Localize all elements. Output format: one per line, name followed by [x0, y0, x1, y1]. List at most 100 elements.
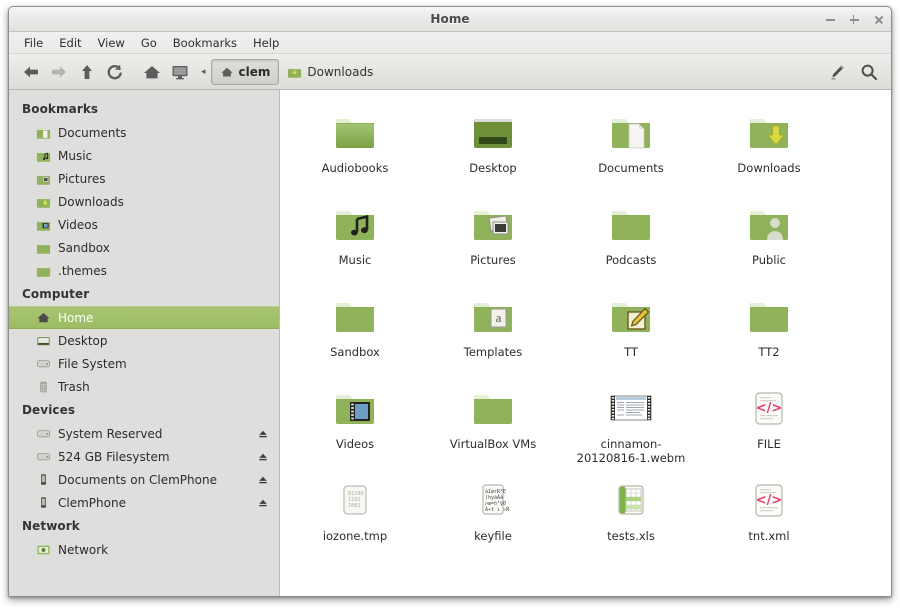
folder-templates-icon: a	[469, 292, 517, 340]
home-icon	[37, 313, 50, 323]
back-button[interactable]	[17, 58, 45, 86]
folder-downloads-icon	[288, 67, 302, 78]
home-button[interactable]	[138, 58, 166, 86]
maximize-button[interactable]	[849, 14, 860, 25]
folder-downloads-icon	[745, 108, 793, 156]
edit-location-button[interactable]	[823, 58, 851, 86]
file-item[interactable]: Desktop	[424, 102, 562, 194]
reload-button[interactable]	[101, 58, 129, 86]
folder-pictures-icon	[469, 200, 517, 248]
file-item[interactable]: Pictures	[424, 194, 562, 286]
close-button[interactable]	[873, 14, 884, 25]
sidebar-item-themes[interactable]: .themes	[9, 259, 279, 282]
folder-desktop-icon	[469, 108, 517, 156]
file-item-label-line: 20120816-1.webm	[576, 451, 686, 465]
menu-bookmarks[interactable]: Bookmarks	[166, 34, 244, 52]
file-item[interactable]: 01100 1101 1001 iozone.tmp	[286, 470, 424, 562]
folder-documents-icon	[607, 108, 655, 156]
sidebar-item-documents[interactable]: Documents	[9, 121, 279, 144]
menu-go[interactable]: Go	[134, 34, 164, 52]
folder-icon	[607, 200, 655, 248]
file-item[interactable]: </> FILE	[700, 378, 838, 470]
sidebar-item-pictures[interactable]: Pictures	[9, 167, 279, 190]
menu-file[interactable]: File	[17, 34, 50, 52]
file-item-label: iozone.tmp	[322, 529, 388, 543]
sidebar-item-label: Documents	[58, 125, 127, 140]
file-grid[interactable]: Audiobooks Desktop Documents Downloads M…	[280, 90, 891, 596]
trash-icon	[39, 381, 48, 393]
sidebar-item-label: Home	[58, 310, 94, 325]
sidebar-heading-computer: Computer	[22, 287, 90, 301]
minimize-button[interactable]	[825, 14, 836, 25]
file-item-label: Music	[338, 253, 372, 267]
phone-icon	[41, 474, 46, 485]
sidebar-item-home[interactable]: Home	[9, 306, 279, 329]
sidebar-item-sandbox[interactable]: Sandbox	[9, 236, 279, 259]
phone-icon	[41, 497, 46, 508]
breadcrumb-collapse-button[interactable]: ◂	[196, 67, 211, 77]
svg-text:a: a	[496, 310, 502, 325]
sidebar-item-label: .themes	[58, 263, 107, 278]
file-item[interactable]: Videos	[286, 378, 424, 470]
file-manager-window: Home File Edit View Go Bookmarks Help ◂ …	[8, 6, 892, 597]
file-item-label: Public	[751, 253, 787, 267]
sidebar-item-documents-on-clemphone[interactable]: Documents on ClemPhone	[9, 468, 279, 491]
file-item[interactable]: Music	[286, 194, 424, 286]
sidebar-heading-devices: Devices	[22, 403, 76, 417]
menu-view[interactable]: View	[91, 34, 132, 52]
folder-icon	[331, 108, 379, 156]
file-item-label: FILE	[757, 437, 781, 451]
sidebar[interactable]: Bookmarks Documents Music Pictures Downl…	[9, 90, 280, 596]
file-item-label: Podcasts	[605, 253, 657, 267]
sidebar-item-system-reserved[interactable]: System Reserved	[9, 422, 279, 445]
home-icon	[220, 67, 233, 76]
file-item[interactable]: tests.xls	[562, 470, 700, 562]
menu-edit[interactable]: Edit	[52, 34, 88, 52]
breadcrumb-item-downloads[interactable]: Downloads	[279, 59, 381, 85]
file-item-label-line: cinnamon-	[600, 437, 662, 451]
file-item[interactable]: a Templates	[424, 286, 562, 378]
file-item-label: Desktop	[469, 161, 517, 175]
sidebar-item-trash[interactable]: Trash	[9, 375, 279, 398]
eject-icon[interactable]	[257, 474, 269, 486]
sidebar-item-desktop[interactable]: Desktop	[9, 329, 279, 352]
file-item[interactable]: TT	[562, 286, 700, 378]
file-item[interactable]: VirtualBox VMs	[424, 378, 562, 470]
sidebar-item-downloads[interactable]: Downloads	[9, 190, 279, 213]
eject-icon[interactable]	[257, 428, 269, 440]
file-item[interactable]: TT2	[700, 286, 838, 378]
file-item[interactable]: Public	[700, 194, 838, 286]
up-button[interactable]	[73, 58, 101, 86]
search-button[interactable]	[855, 58, 883, 86]
pencil-icon	[831, 64, 844, 79]
file-item[interactable]: </> tnt.xml	[700, 470, 838, 562]
eject-icon[interactable]	[257, 451, 269, 463]
window-body: Bookmarks Documents Music Pictures Downl…	[9, 90, 891, 596]
file-item[interactable]: Sandbox	[286, 286, 424, 378]
sidebar-item-clemphone[interactable]: ClemPhone	[9, 491, 279, 514]
folder-icon	[745, 292, 793, 340]
breadcrumb-label: clem	[238, 64, 271, 79]
file-item[interactable]: Documents	[562, 102, 700, 194]
svg-text:1001: 1001	[348, 503, 361, 509]
eject-icon[interactable]	[257, 497, 269, 509]
sidebar-heading-network: Network	[22, 519, 80, 533]
breadcrumb: ◂ clem Downloads	[196, 58, 823, 86]
forward-button[interactable]	[45, 58, 73, 86]
sidebar-item-network[interactable]: Network	[9, 538, 279, 561]
sidebar-item-music[interactable]: Music	[9, 144, 279, 167]
window-title: Home	[430, 12, 470, 26]
computer-button[interactable]	[166, 58, 194, 86]
file-item[interactable]: Podcasts	[562, 194, 700, 286]
file-item[interactable]: cinnamon- 20120816-1.webm	[562, 378, 700, 470]
file-item[interactable]: Audiobooks	[286, 102, 424, 194]
menu-help[interactable]: Help	[246, 34, 286, 52]
sidebar-item-524-gb-filesystem[interactable]: 524 GB Filesystem	[9, 445, 279, 468]
file-item[interactable]: Downloads	[700, 102, 838, 194]
sidebar-item-file-system[interactable]: File System	[9, 352, 279, 375]
sidebar-item-videos[interactable]: Videos	[9, 213, 279, 236]
folder-videos-icon	[331, 384, 379, 432]
breadcrumb-item-clem[interactable]: clem	[210, 58, 280, 85]
folder-music-icon	[36, 151, 51, 162]
file-item[interactable]: áIørR²E )hyàÀà >æ=ô³ÿ0 À÷t ı »Ñ keyfile	[424, 470, 562, 562]
